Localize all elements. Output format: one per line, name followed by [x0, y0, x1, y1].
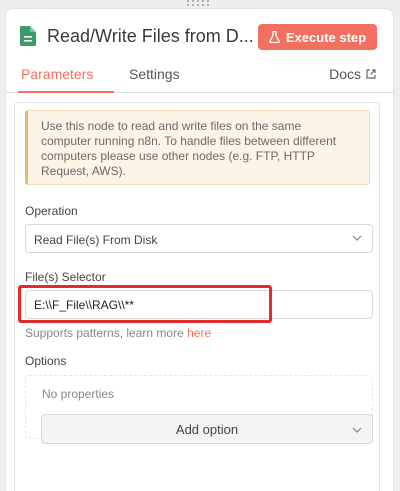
operation-select[interactable]: Read File(s) From Disk: [25, 224, 373, 253]
node-title[interactable]: Read/Write Files from D...: [47, 26, 252, 47]
tab-settings[interactable]: Settings: [129, 66, 180, 82]
node-panel: Read/Write Files from D... Execute step …: [5, 8, 394, 491]
file-selector-input[interactable]: [25, 290, 373, 319]
parameters-content: Use this node to read and write files on…: [14, 102, 380, 491]
file-selector-hint: Supports patterns, learn more here: [25, 326, 211, 340]
tab-docs-label: Docs: [329, 66, 361, 82]
panel-header: Read/Write Files from D... Execute step: [6, 9, 393, 59]
file-selector-label: File(s) Selector: [25, 270, 106, 284]
info-notice: Use this node to read and write files on…: [25, 110, 370, 185]
tab-parameters[interactable]: Parameters: [21, 66, 93, 82]
execute-step-label: Execute step: [285, 29, 367, 45]
tab-bar: Parameters Settings Docs: [6, 63, 393, 93]
add-option-button[interactable]: Add option: [41, 414, 373, 444]
notice-line: Use this node to read and write files on…: [41, 119, 302, 133]
operation-label: Operation: [25, 204, 78, 218]
tab-docs[interactable]: Docs: [329, 66, 376, 82]
operation-value: Read File(s) From Disk: [34, 233, 158, 247]
execute-step-button[interactable]: Execute step: [258, 24, 377, 50]
drag-handle[interactable]: [183, 0, 213, 8]
chevron-down-icon: [352, 427, 362, 433]
chevron-down-icon: [352, 235, 362, 241]
add-option-label: Add option: [175, 421, 239, 437]
no-properties-text: No properties: [42, 387, 115, 401]
external-link-icon: [366, 69, 376, 79]
notice-line: computer running n8n. To handle files be…: [41, 134, 337, 148]
active-tab-underline: [18, 91, 114, 93]
hint-text: Supports patterns, learn more: [25, 326, 188, 340]
flask-icon: [269, 31, 280, 43]
file-document-icon: [20, 26, 36, 46]
notice-line: Request, AWS).: [41, 164, 126, 178]
options-label: Options: [25, 354, 67, 368]
notice-line: computers please use other nodes (e.g. F…: [41, 149, 315, 163]
learn-more-link[interactable]: here: [187, 326, 211, 340]
